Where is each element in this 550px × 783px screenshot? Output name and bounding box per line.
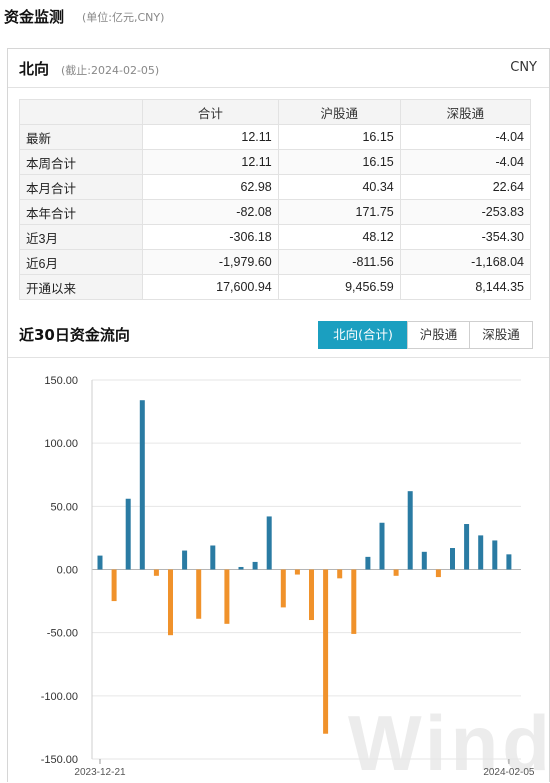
bar[interactable] [252, 561, 258, 570]
bar[interactable] [506, 554, 512, 570]
chart-section-title: 近30日资金流向 [19, 326, 130, 344]
bar[interactable] [294, 569, 300, 575]
table-cell: 22.64 [399, 174, 532, 200]
bar[interactable] [407, 491, 413, 570]
y-tick-label: 150.00 [44, 375, 78, 387]
column-header: 沪股通 [277, 99, 401, 125]
bar[interactable] [125, 498, 131, 570]
table-cell: 8,144.35 [399, 274, 532, 300]
table-header-row: 合计 沪股通 深股通 [19, 99, 532, 125]
tab-shenzhen-connect[interactable]: 深股通 [469, 321, 533, 349]
panel-header: 北向 (截止:2024-02-05) CNY [8, 49, 549, 88]
flow-chart: Wind 150.00 100.00 50.00 0.00 -50.00 -100.00-… [8, 357, 549, 783]
y-tick-label: -50.00 [47, 628, 78, 640]
bar[interactable] [478, 535, 484, 570]
bar[interactable] [464, 524, 470, 570]
bar[interactable] [97, 555, 103, 570]
table-row: 最新 12.11 16.15 -4.04 [19, 124, 532, 150]
column-header: 合计 [142, 99, 279, 125]
table-cell: -1,168.04 [399, 249, 532, 275]
table-cell: 16.15 [277, 149, 401, 175]
flow-summary-table: 合计 沪股通 深股通 最新 12.11 16.15 -4.04 本周合计 12.… [19, 99, 532, 300]
row-label: 本周合计 [19, 149, 143, 175]
table-cell: 12.11 [142, 124, 279, 150]
table-cell: 12.11 [142, 149, 279, 175]
bar[interactable] [168, 569, 173, 636]
bar[interactable] [421, 551, 427, 570]
x-tick-label: 2024-02-05 [483, 767, 535, 778]
row-label: 本年合计 [19, 199, 143, 225]
table-cell: 9,456.59 [277, 274, 401, 300]
table-cell: -811.56 [277, 249, 401, 275]
bar[interactable] [111, 569, 117, 602]
table-row: 近3月 -306.18 48.12 -354.30 [19, 224, 532, 250]
column-header: 深股通 [399, 99, 532, 125]
bar[interactable] [337, 569, 343, 579]
y-tick-label: 50.00 [50, 501, 78, 513]
table-corner-cell [19, 99, 143, 125]
bar[interactable] [323, 569, 329, 734]
table-cell: 48.12 [277, 224, 401, 250]
row-label: 近3月 [19, 224, 143, 250]
top-header: 资金监测 (单位:亿元,CNY) [0, 0, 550, 34]
bar-series [97, 400, 512, 734]
bar[interactable] [210, 545, 216, 570]
table-cell: -4.04 [399, 124, 532, 150]
table-cell: -354.30 [399, 224, 532, 250]
table-cell: 171.75 [277, 199, 401, 225]
table-cell: -253.83 [399, 199, 532, 225]
tab-northbound-total[interactable]: 北向(合计) [318, 321, 408, 349]
table-cell: 40.34 [277, 174, 401, 200]
table-cell: 16.15 [277, 124, 401, 150]
bar[interactable] [196, 569, 202, 619]
tab-shanghai-connect[interactable]: 沪股通 [407, 321, 470, 349]
y-axis: 150.00 100.00 50.00 0.00 -50.00 -100.00 -150.0… [41, 375, 93, 766]
row-label: 本月合计 [19, 174, 143, 200]
bar[interactable] [182, 550, 188, 570]
row-label: 开通以来 [19, 274, 143, 300]
bar[interactable] [450, 548, 455, 570]
row-label: 近6月 [19, 249, 143, 275]
bar[interactable] [309, 569, 314, 621]
panel-title: 北向 [19, 60, 50, 78]
bar[interactable] [280, 569, 286, 608]
table-cell: 62.98 [142, 174, 279, 200]
table-cell: -1,979.60 [142, 249, 279, 275]
bar[interactable] [238, 566, 244, 570]
bar[interactable] [153, 569, 159, 576]
table-cell: -306.18 [142, 224, 279, 250]
table-row: 本周合计 12.11 16.15 -4.04 [19, 149, 532, 175]
row-label: 最新 [19, 124, 143, 150]
table-row: 近6月 -1,979.60 -811.56 -1,168.04 [19, 249, 532, 275]
bar[interactable] [351, 569, 357, 634]
page-title: 资金监测 [4, 8, 65, 26]
table-row: 开通以来 17,600.94 9,456.59 8,144.35 [19, 274, 532, 300]
x-tick-label: 2023-12-21 [74, 767, 126, 778]
table-row: 本年合计 -82.08 171.75 -253.83 [19, 199, 532, 225]
unit-note: (单位:亿元,CNY) [82, 11, 165, 24]
table-cell: -82.08 [142, 199, 279, 225]
bar[interactable] [224, 569, 230, 624]
y-tick-label: -100.00 [41, 691, 78, 703]
currency-label: CNY [510, 60, 537, 75]
flow-tabs: 北向(合计) 沪股通 深股通 [318, 321, 533, 349]
bar[interactable] [393, 569, 399, 576]
bar[interactable] [379, 522, 385, 570]
bar[interactable] [435, 569, 441, 578]
y-tick-label: -150.00 [41, 754, 78, 766]
bar[interactable] [266, 516, 272, 570]
bar[interactable] [139, 400, 145, 570]
bar[interactable] [492, 540, 498, 570]
table-cell: 17,600.94 [142, 274, 279, 300]
y-tick-label: 100.00 [44, 438, 78, 450]
table-cell: -4.04 [399, 149, 532, 175]
northbound-panel: 北向 (截止:2024-02-05) CNY 合计 沪股通 深股通 最新 12.… [7, 48, 550, 783]
as-of-date: (截止:2024-02-05) [61, 64, 160, 77]
y-tick-label: 0.00 [57, 565, 78, 577]
table-row: 本月合计 62.98 40.34 22.64 [19, 174, 532, 200]
flow-bar-chart: Wind 150.00100.0050.000.00-50.00-100.00-… [41, 375, 549, 783]
bar[interactable] [365, 556, 371, 570]
